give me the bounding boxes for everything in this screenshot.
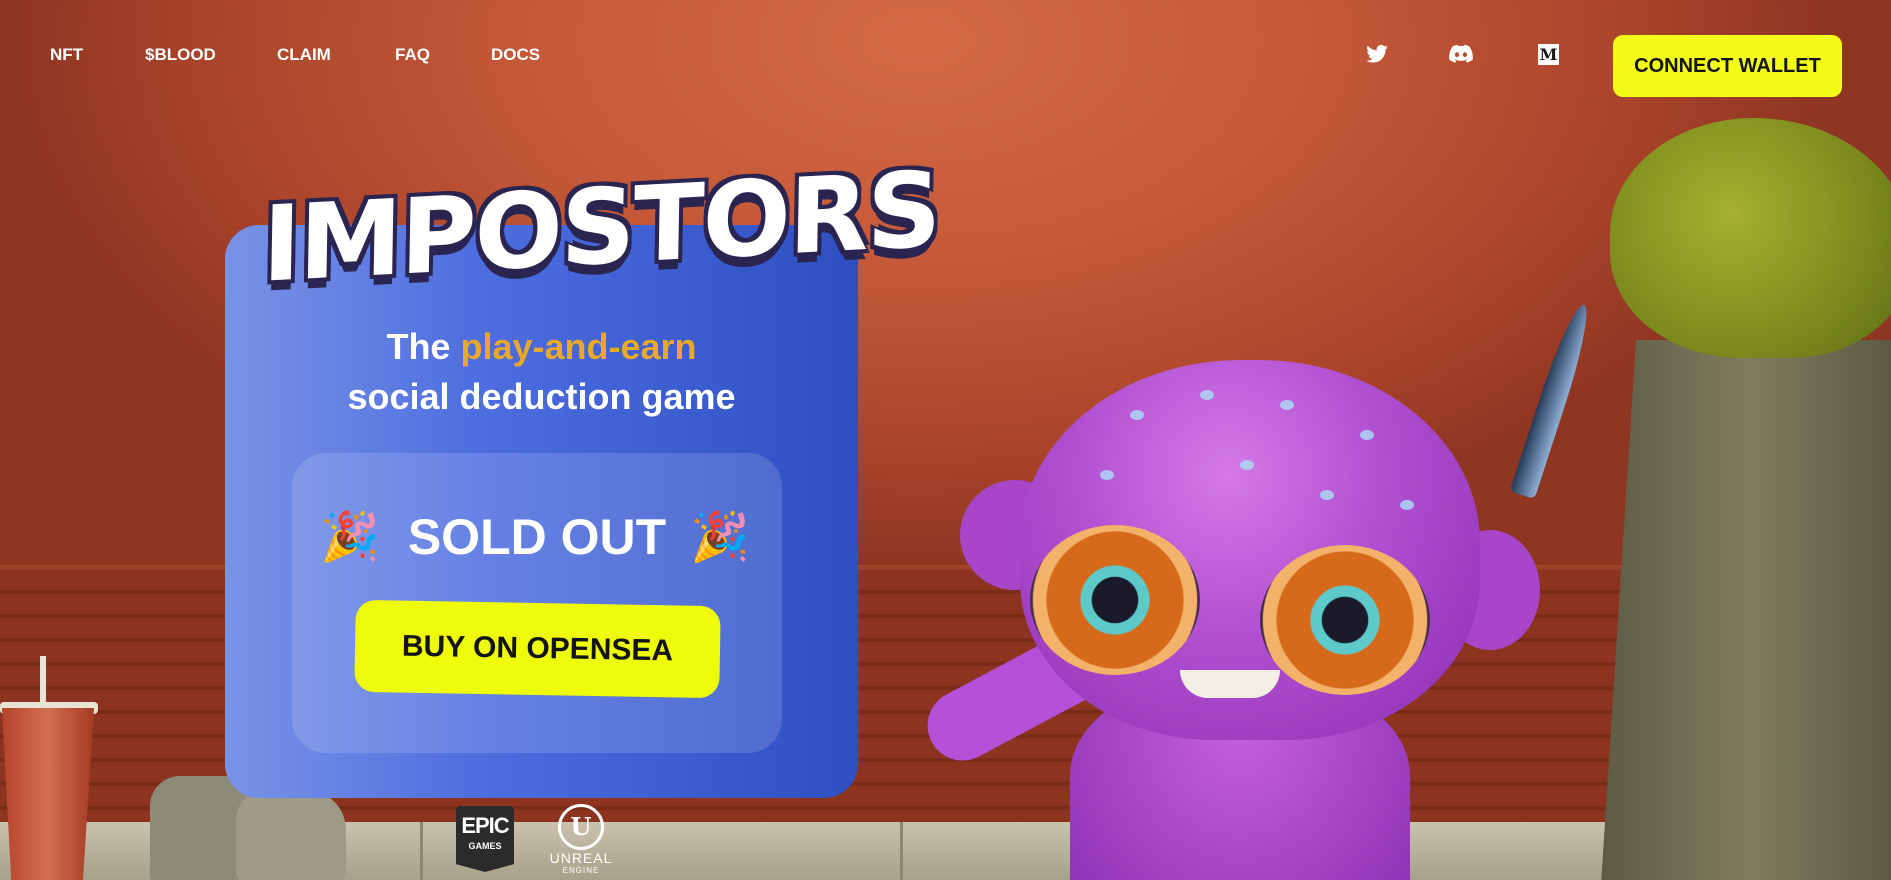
- tagline-line2: social deduction game: [347, 376, 736, 417]
- bush: [1610, 118, 1891, 358]
- cup-straw: [40, 656, 46, 708]
- unreal-logo-text: UNREAL: [549, 850, 613, 866]
- nav-link-faq[interactable]: FAQ: [395, 45, 430, 65]
- character-mouth: [1180, 670, 1280, 698]
- tagline-accent: play-and-earn: [460, 326, 697, 367]
- stone: [236, 790, 346, 880]
- discord-icon[interactable]: [1449, 42, 1473, 66]
- connect-wallet-button[interactable]: CONNECT WALLET: [1613, 35, 1842, 97]
- hero-tagline: The play-and-earn social deduction game: [225, 322, 858, 422]
- floor-line: [420, 822, 423, 880]
- epic-logo-subtext: GAMES: [468, 841, 502, 851]
- nav-link-blood[interactable]: $BLOOD: [145, 45, 216, 65]
- nav-link-docs[interactable]: DOCS: [491, 45, 540, 65]
- tagline-prefix: The: [386, 326, 461, 367]
- buy-on-opensea-button[interactable]: BUY ON OPENSEA: [354, 599, 721, 699]
- character-spot: [1240, 460, 1254, 470]
- nav-link-nft[interactable]: NFT: [50, 45, 83, 65]
- unreal-logo-subtext: ENGINE: [562, 866, 600, 875]
- medium-icon[interactable]: M: [1538, 44, 1559, 65]
- medium-glyph: M: [1539, 45, 1558, 64]
- character-eye-left: [1030, 525, 1200, 675]
- character-spot: [1400, 500, 1414, 510]
- twitter-icon-svg: [1366, 45, 1388, 63]
- impostors-logo: IMPOSTORS: [261, 148, 941, 306]
- character-spot: [1280, 400, 1294, 410]
- character-spot: [1320, 490, 1334, 500]
- character-spot: [1130, 410, 1144, 420]
- character-spot: [1100, 470, 1114, 480]
- twitter-icon[interactable]: [1365, 42, 1389, 66]
- character-spot: [1360, 430, 1374, 440]
- party-popper-icon: 🎉: [690, 509, 750, 565]
- unreal-mark: U: [558, 804, 604, 850]
- soda-cup: [2, 708, 94, 880]
- plant-pot: [1600, 340, 1891, 880]
- character-spot: [1200, 390, 1214, 400]
- epic-logo-text: EPIC: [461, 813, 509, 838]
- unreal-engine-logo: U UNREAL ENGINE: [536, 804, 626, 880]
- discord-icon-svg: [1449, 44, 1473, 63]
- impostor-character: [900, 300, 1620, 880]
- nav-link-claim[interactable]: CLAIM: [277, 45, 331, 65]
- epic-games-logo: EPIC GAMES: [456, 806, 514, 872]
- character-eye-right: [1260, 545, 1430, 695]
